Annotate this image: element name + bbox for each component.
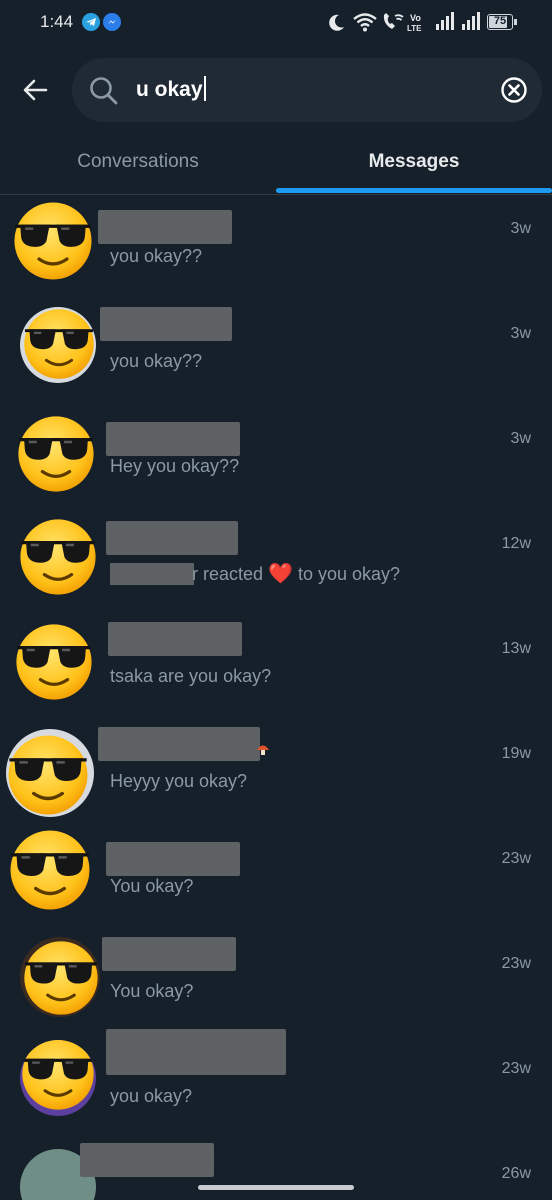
clear-search-icon[interactable] bbox=[500, 76, 528, 104]
tab-conversations[interactable]: Conversations bbox=[0, 132, 276, 192]
message-snippet: r reacted ❤️ to you okay? bbox=[110, 561, 400, 586]
message-result-row[interactable]: 26w bbox=[0, 1143, 552, 1200]
message-snippet: You okay? bbox=[110, 981, 194, 1001]
message-snippet: Heyyy you okay? bbox=[110, 771, 248, 791]
redacted-name bbox=[102, 937, 236, 971]
cool-face-icon bbox=[22, 939, 100, 1017]
message-result-row[interactable]: Hey you okay?? 3w bbox=[0, 408, 552, 512]
avatar[interactable] bbox=[14, 622, 94, 702]
text-caret bbox=[203, 76, 206, 101]
avatar[interactable] bbox=[16, 414, 96, 494]
message-result-row[interactable]: you okay?? 3w bbox=[0, 198, 552, 302]
signal-icon-1 bbox=[436, 12, 454, 30]
message-snippet: tsaka are you okay? bbox=[110, 666, 272, 686]
tab-messages[interactable]: Messages bbox=[276, 132, 552, 192]
message-result-row[interactable]: You okay? 23w bbox=[0, 828, 552, 932]
home-indicator[interactable] bbox=[198, 1185, 354, 1190]
message-time: 13w bbox=[501, 640, 531, 657]
message-snippet: You okay? bbox=[110, 876, 194, 896]
redacted-name bbox=[80, 1143, 214, 1177]
avatar[interactable] bbox=[20, 307, 96, 383]
message-time: 3w bbox=[510, 430, 531, 447]
telegram-icon bbox=[82, 13, 100, 31]
search-query[interactable]: u okay bbox=[136, 76, 206, 102]
redacted-name bbox=[106, 842, 240, 876]
moon-icon bbox=[329, 14, 344, 31]
message-result-row[interactable]: you okay? 23w bbox=[0, 1029, 552, 1142]
search-icon bbox=[90, 77, 118, 105]
redacted-name bbox=[98, 210, 232, 244]
search-input[interactable]: u okay bbox=[72, 58, 542, 122]
message-result-row[interactable]: r reacted ❤️ to you okay? 12w bbox=[0, 513, 552, 617]
message-time: 26w bbox=[501, 1165, 531, 1182]
mushroom-icon bbox=[257, 745, 269, 755]
cool-face-icon bbox=[20, 1040, 96, 1112]
redacted-name bbox=[100, 307, 232, 341]
message-result-row[interactable]: tsaka are you okay? 13w bbox=[0, 618, 552, 722]
redacted-name bbox=[106, 521, 238, 555]
battery-icon: 75 bbox=[487, 14, 517, 30]
redacted-name bbox=[98, 727, 260, 761]
status-bar: 1:44 Vo LTE 75 bbox=[0, 0, 552, 46]
avatar[interactable] bbox=[6, 729, 94, 817]
message-time: 3w bbox=[510, 220, 531, 237]
redacted-name-inline bbox=[110, 563, 194, 585]
message-time: 3w bbox=[510, 325, 531, 342]
signal-icon-2 bbox=[462, 12, 480, 30]
status-time: 1:44 bbox=[40, 12, 74, 31]
redacted-name bbox=[106, 422, 240, 456]
tab-bar: Conversations Messages bbox=[0, 132, 552, 195]
avatar[interactable] bbox=[12, 200, 94, 282]
message-result-row[interactable]: you okay?? 3w bbox=[0, 303, 552, 407]
message-snippet: Hey you okay?? bbox=[110, 456, 240, 476]
messenger-icon bbox=[103, 13, 121, 31]
svg-text:Vo: Vo bbox=[410, 13, 421, 23]
redacted-name bbox=[108, 622, 242, 656]
message-time: 23w bbox=[501, 955, 531, 972]
avatar[interactable] bbox=[8, 828, 92, 912]
message-result-row[interactable]: Heyyy you okay? 19w bbox=[0, 723, 552, 827]
back-arrow-icon[interactable] bbox=[20, 74, 52, 106]
message-time: 12w bbox=[501, 535, 531, 552]
active-tab-indicator bbox=[276, 188, 552, 193]
message-snippet: you okay? bbox=[110, 1086, 193, 1106]
wifi-calling-icon bbox=[383, 13, 404, 29]
cool-face-icon bbox=[22, 307, 96, 381]
avatar[interactable] bbox=[18, 517, 98, 597]
wifi-icon bbox=[353, 13, 377, 32]
volte-icon: Vo LTE bbox=[407, 13, 422, 33]
message-result-row[interactable]: You okay? 23w bbox=[0, 933, 552, 1037]
avatar[interactable] bbox=[20, 1040, 96, 1116]
redacted-name bbox=[106, 1029, 286, 1075]
cool-face-icon bbox=[6, 733, 90, 817]
message-time: 23w bbox=[501, 850, 531, 867]
battery-level: 75 bbox=[493, 15, 507, 27]
avatar[interactable] bbox=[20, 937, 100, 1017]
message-time: 23w bbox=[501, 1060, 531, 1077]
message-snippet: you okay?? bbox=[110, 246, 203, 266]
heart-reaction-icon: ❤️ bbox=[268, 563, 293, 585]
svg-text:LTE: LTE bbox=[407, 24, 422, 33]
message-time: 19w bbox=[501, 745, 531, 762]
message-snippet: you okay?? bbox=[110, 351, 203, 371]
